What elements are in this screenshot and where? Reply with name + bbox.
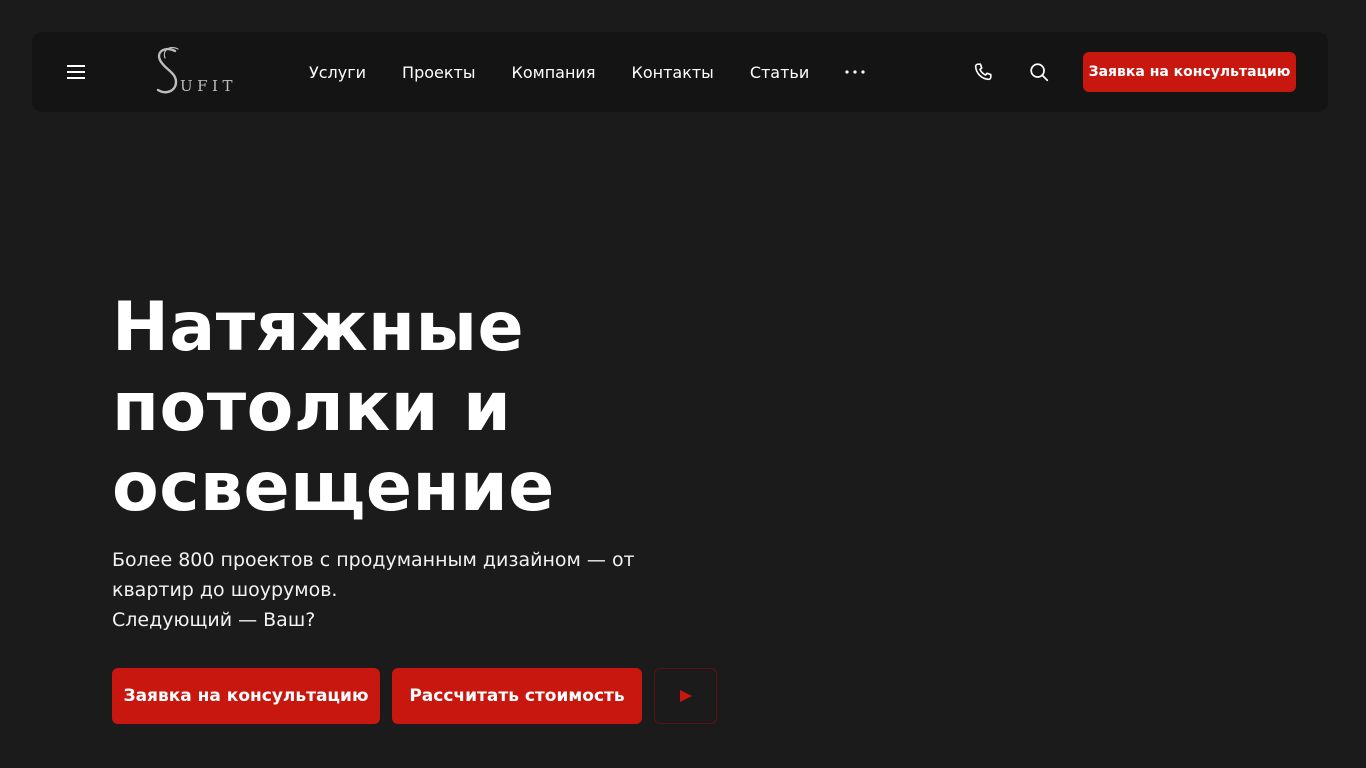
ellipsis-icon (845, 70, 865, 74)
hero-subtitle-line: квартир до шоурумов. (112, 579, 338, 601)
hero-title: Натяжные потолки и освещение (112, 288, 732, 528)
nav-more-button[interactable] (845, 62, 865, 82)
play-icon (679, 690, 692, 702)
site-header: UFIT Услуги Проекты Компания Контакты Ст… (32, 32, 1328, 112)
nav-item-company[interactable]: Компания (511, 63, 595, 82)
calculate-cost-button[interactable]: Рассчитать стоимость (392, 668, 642, 724)
nav-item-services[interactable]: Услуги (309, 63, 366, 82)
nav-item-projects[interactable]: Проекты (402, 63, 475, 82)
search-button[interactable] (1028, 61, 1050, 83)
hero-title-line: освещение (112, 448, 555, 527)
hamburger-icon (67, 65, 85, 79)
hamburger-menu-button[interactable] (58, 60, 94, 84)
main-nav: Услуги Проекты Компания Контакты Статьи (309, 32, 865, 112)
hero-title-line: потолки и (112, 368, 512, 447)
header-consultation-button[interactable]: Заявка на консультацию (1083, 52, 1296, 92)
play-video-button[interactable] (654, 668, 717, 724)
search-icon (1030, 63, 1049, 82)
page: UFIT Услуги Проекты Компания Контакты Ст… (0, 0, 1366, 768)
sufit-logo[interactable]: UFIT (150, 46, 250, 98)
logo-text: UFIT (180, 77, 237, 95)
hero-title-line: Натяжные (112, 288, 525, 367)
hero-subtitle-line: Следующий — Ваш? (112, 609, 316, 631)
phone-button[interactable] (972, 61, 994, 83)
hero-subtitle-line: Более 800 проектов с продуманным дизайно… (112, 549, 635, 571)
nav-item-contacts[interactable]: Контакты (631, 63, 713, 82)
hero-subtitle: Более 800 проектов с продуманным дизайно… (112, 545, 672, 635)
consultation-button[interactable]: Заявка на консультацию (112, 668, 380, 724)
phone-icon (974, 63, 992, 81)
nav-item-articles[interactable]: Статьи (750, 63, 809, 82)
